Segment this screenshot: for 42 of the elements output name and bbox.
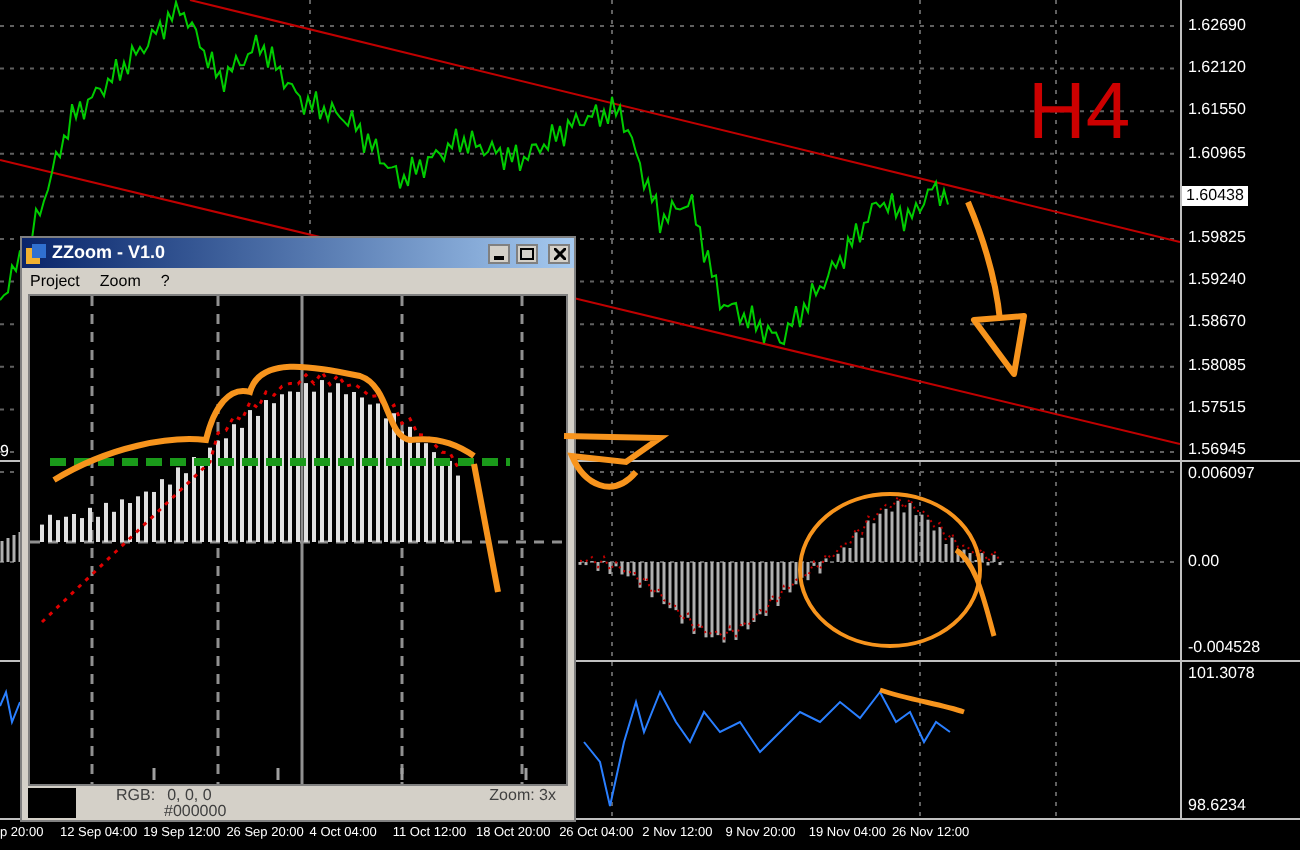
- timeframe-label: H4: [1028, 72, 1131, 152]
- minimize-button[interactable]: [488, 243, 510, 263]
- tick-mark: [400, 768, 404, 780]
- hex-value: #000000: [164, 804, 227, 820]
- current-price-label: 1.60438: [1182, 185, 1248, 206]
- rgb-value: 0, 0, 0: [167, 788, 212, 804]
- maximize-icon: [520, 247, 534, 259]
- stroke-annotation: [879, 687, 965, 715]
- axis-label: 9: [0, 444, 9, 460]
- axis-label: 1.62120: [1186, 58, 1248, 79]
- close-icon: [553, 247, 565, 259]
- menu-item[interactable]: ?: [160, 273, 170, 289]
- axis-label: 98.6234: [1186, 796, 1248, 816]
- menu-item[interactable]: Zoom: [99, 273, 141, 289]
- window-title: ZZoom - V1.0: [52, 244, 166, 262]
- close-button[interactable]: [548, 243, 570, 263]
- index-line: [0, 688, 21, 726]
- axis-label: 101.3078: [1186, 664, 1257, 684]
- axis-label: 0.006097: [1186, 464, 1257, 484]
- axis-label: 0.00: [1186, 551, 1222, 571]
- scribble-annotation: [563, 433, 663, 490]
- axis-label: 1.56945: [1186, 439, 1248, 460]
- axis-label: 1.59825: [1186, 227, 1248, 248]
- axis-label: 1.61550: [1186, 100, 1248, 121]
- tick-mark: [524, 768, 528, 780]
- axis-label: -0.004528: [1186, 638, 1263, 658]
- minimize-icon: [494, 255, 504, 259]
- axis-label: 1.57515: [1186, 397, 1248, 418]
- axis-label: 1.58085: [1186, 355, 1248, 375]
- rgb-label: RGB:: [116, 788, 156, 804]
- stroke-annotation: [471, 463, 501, 593]
- axis-label: 1.62690: [1186, 16, 1248, 36]
- zoom-level: Zoom: 3x: [489, 788, 556, 804]
- app-icon: [26, 243, 46, 263]
- axis-label: 1.58670: [1186, 312, 1248, 333]
- axis-label: 1.59240: [1186, 270, 1248, 291]
- tick-mark: [152, 768, 156, 780]
- menu-item[interactable]: Project: [30, 273, 80, 289]
- tick-mark: [276, 768, 280, 780]
- maximize-button[interactable]: [516, 243, 538, 263]
- histogram-drawing: [0, 532, 22, 562]
- axis-label: 1.60965: [1186, 143, 1248, 164]
